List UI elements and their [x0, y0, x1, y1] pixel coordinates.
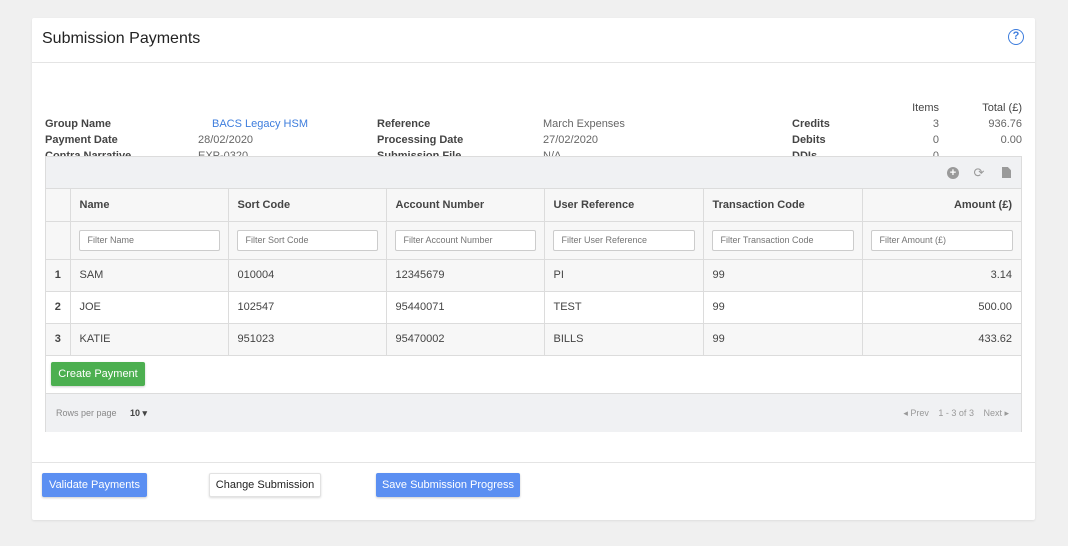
filter-user-reference-input[interactable] [552, 229, 695, 251]
filter-name-cell [70, 221, 229, 260]
cell-name: JOE [70, 291, 229, 324]
debits-total: 0.00 [1000, 134, 1022, 146]
payment-date-label: Payment Date [45, 134, 118, 146]
help-icon[interactable]: ? [1008, 29, 1024, 45]
cell-transaction-code: 99 [703, 291, 863, 324]
credits-label: Credits [792, 118, 830, 130]
row-index: 3 [46, 323, 71, 356]
table-row[interactable]: 3 KATIE 951023 95470002 BILLS 99 433.62 [46, 323, 1021, 356]
page-title: Submission Payments [42, 30, 201, 47]
cell-user-reference: PI [544, 259, 704, 292]
credits-total: 936.76 [988, 118, 1022, 130]
create-payment-button[interactable]: Create Payment [51, 361, 145, 386]
column-header-account-number[interactable]: Account Number [386, 189, 545, 222]
submission-summary: Group Name BACS Legacy HSM Payment Date … [32, 63, 1035, 162]
filter-amount-cell [862, 221, 1021, 260]
cell-amount: 3.14 [862, 259, 1021, 292]
index-header [46, 189, 71, 222]
reference-label: Reference [377, 118, 431, 130]
cell-account-number: 12345679 [386, 259, 545, 292]
plus-circle-icon[interactable]: + [947, 167, 959, 179]
create-payment-row: Create Payment [46, 356, 1021, 394]
filter-sort-code-cell [228, 221, 387, 260]
footer-divider [32, 462, 1035, 463]
payment-date-value: 28/02/2020 [198, 134, 254, 146]
cell-sort-code: 951023 [228, 323, 387, 356]
cell-sort-code: 102547 [228, 291, 387, 324]
cell-account-number: 95440071 [386, 291, 545, 324]
debits-label: Debits [792, 134, 826, 146]
row-index: 1 [46, 259, 71, 292]
filter-transaction-code-input[interactable] [711, 229, 854, 251]
debits-items: 0 [932, 134, 939, 146]
rows-per-page-label: Rows per page [56, 407, 117, 418]
credits-items: 3 [932, 118, 939, 130]
column-header-transaction-code[interactable]: Transaction Code [703, 189, 863, 222]
refresh-icon[interactable]: ⟳ [973, 166, 985, 179]
column-header-user-reference[interactable]: User Reference [544, 189, 704, 222]
total-header: Total (£) [982, 102, 1022, 114]
cell-account-number: 95470002 [386, 323, 545, 356]
filter-transaction-code-cell [703, 221, 863, 260]
cell-user-reference: TEST [544, 291, 704, 324]
payments-table: Name Sort Code Account Number User Refer… [46, 189, 1021, 356]
filter-index-cell [46, 221, 71, 260]
filter-account-number-cell [386, 221, 545, 260]
group-name-label: Group Name [45, 118, 112, 130]
card-header: Submission Payments ? [32, 18, 1035, 63]
cell-amount: 500.00 [862, 291, 1021, 324]
validate-payments-button[interactable]: Validate Payments [42, 473, 147, 497]
filter-user-reference-cell [544, 221, 704, 260]
prev-page-button[interactable]: ◂ Prev [903, 408, 929, 418]
filter-sort-code-input[interactable] [236, 229, 378, 251]
file-icon[interactable] [1002, 167, 1011, 178]
cell-amount: 433.62 [862, 323, 1021, 356]
payments-table-container: + ⟳ Name Sort Code Account Number User R… [45, 156, 1022, 432]
column-header-name[interactable]: Name [70, 189, 229, 222]
processing-date-label: Processing Date [377, 134, 464, 146]
cell-transaction-code: 99 [703, 323, 863, 356]
pagination-controls: ◂ Prev 1 - 3 of 3 Next ▸ [896, 408, 1009, 419]
items-header: Items [912, 102, 939, 114]
processing-date-value: 27/02/2020 [543, 134, 599, 146]
table-toolbar: + ⟳ [46, 157, 1021, 189]
next-page-button[interactable]: Next ▸ [983, 408, 1009, 418]
cell-sort-code: 010004 [228, 259, 387, 292]
cell-transaction-code: 99 [703, 259, 863, 292]
table-row[interactable]: 2 JOE 102547 95440071 TEST 99 500.00 [46, 291, 1021, 324]
pagination-bar: Rows per page 10 ▾ ◂ Prev 1 - 3 of 3 Nex… [46, 393, 1021, 432]
table-row[interactable]: 1 SAM 010004 12345679 PI 99 3.14 [46, 259, 1021, 292]
filter-name-input[interactable] [78, 229, 220, 251]
filter-account-number-input[interactable] [394, 229, 536, 251]
change-submission-button[interactable]: Change Submission [209, 473, 321, 497]
filter-amount-input[interactable] [870, 229, 1013, 251]
page-range: 1 - 3 of 3 [938, 407, 974, 418]
save-submission-progress-button[interactable]: Save Submission Progress [376, 473, 520, 497]
reference-value: March Expenses [543, 118, 625, 130]
cell-user-reference: BILLS [544, 323, 704, 356]
rows-per-page-select[interactable]: 10 ▾ [130, 408, 147, 419]
submission-payments-card: Submission Payments ? Group Name BACS Le… [32, 18, 1035, 520]
column-header-sort-code[interactable]: Sort Code [228, 189, 387, 222]
cell-name: SAM [70, 259, 229, 292]
row-index: 2 [46, 291, 71, 324]
column-header-amount[interactable]: Amount (£) [862, 189, 1021, 222]
cell-name: KATIE [70, 323, 229, 356]
group-name-link[interactable]: BACS Legacy HSM [212, 118, 308, 130]
